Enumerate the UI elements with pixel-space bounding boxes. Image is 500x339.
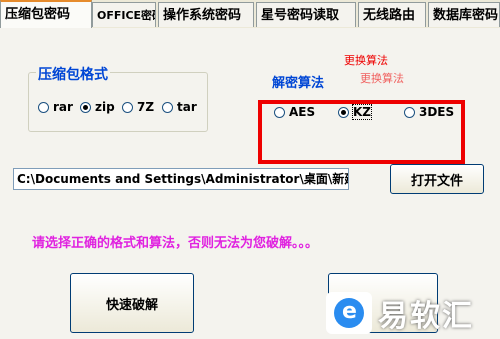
logo-icon — [326, 292, 372, 334]
radio-circle[interactable] — [404, 106, 415, 118]
radio-aes[interactable]: AES — [274, 105, 315, 119]
tab-wireless-router[interactable]: 无线路由 — [358, 2, 426, 27]
radio-tar[interactable]: tar — [162, 100, 197, 114]
tab-bar: 压缩包密码 OFFICE密码 操作系统密码 星号密码读取 无线路由 数据库密码 — [0, 0, 500, 29]
annotation-line2: 更换算法 — [360, 72, 404, 85]
radio-circle-selected[interactable] — [338, 106, 349, 118]
watermark-text: 易软汇 — [378, 299, 474, 334]
radio-label: tar — [177, 100, 197, 114]
radio-circle[interactable] — [38, 101, 49, 113]
annotation-line1: 更换算法 — [344, 54, 388, 67]
radio-label: 3DES — [419, 105, 455, 119]
radio-3des[interactable]: 3DES — [404, 105, 454, 119]
radio-7z[interactable]: 7Z — [122, 100, 154, 114]
format-group-label: 压缩包格式 — [36, 64, 110, 84]
tab-database-password[interactable]: 数据库密码 — [428, 2, 500, 27]
radio-label: KZ — [352, 104, 372, 120]
tab-os-password[interactable]: 操作系统密码 — [158, 2, 254, 27]
radio-label: 7Z — [137, 100, 155, 114]
watermark-logo: 易软汇 — [326, 287, 500, 339]
quick-crack-button[interactable]: 快速破解 — [70, 273, 194, 333]
path-input[interactable]: C:\Documents and Settings\Administrator\… — [13, 168, 349, 190]
radio-circle[interactable] — [122, 101, 133, 113]
radio-circle[interactable] — [162, 101, 173, 113]
tab-asterisk-password[interactable]: 星号密码读取 — [256, 2, 356, 27]
radio-label: rar — [53, 100, 73, 114]
radio-circle[interactable] — [274, 106, 285, 118]
radio-zip[interactable]: zip — [80, 100, 115, 114]
warning-text: 请选择正确的格式和算法，否则无法为您破解。。。 — [32, 236, 319, 251]
radio-label: AES — [289, 105, 316, 119]
radio-kz[interactable]: KZ — [338, 104, 372, 120]
tab-office-password[interactable]: OFFICE密码 — [92, 2, 156, 27]
algorithm-group-label: 解密算法 — [270, 72, 327, 91]
open-file-button[interactable]: 打开文件 — [390, 164, 484, 194]
radio-circle-selected[interactable] — [80, 101, 91, 113]
radio-label: zip — [95, 100, 115, 114]
radio-rar[interactable]: rar — [38, 100, 73, 114]
tab-archive-password[interactable]: 压缩包密码 — [0, 0, 92, 29]
